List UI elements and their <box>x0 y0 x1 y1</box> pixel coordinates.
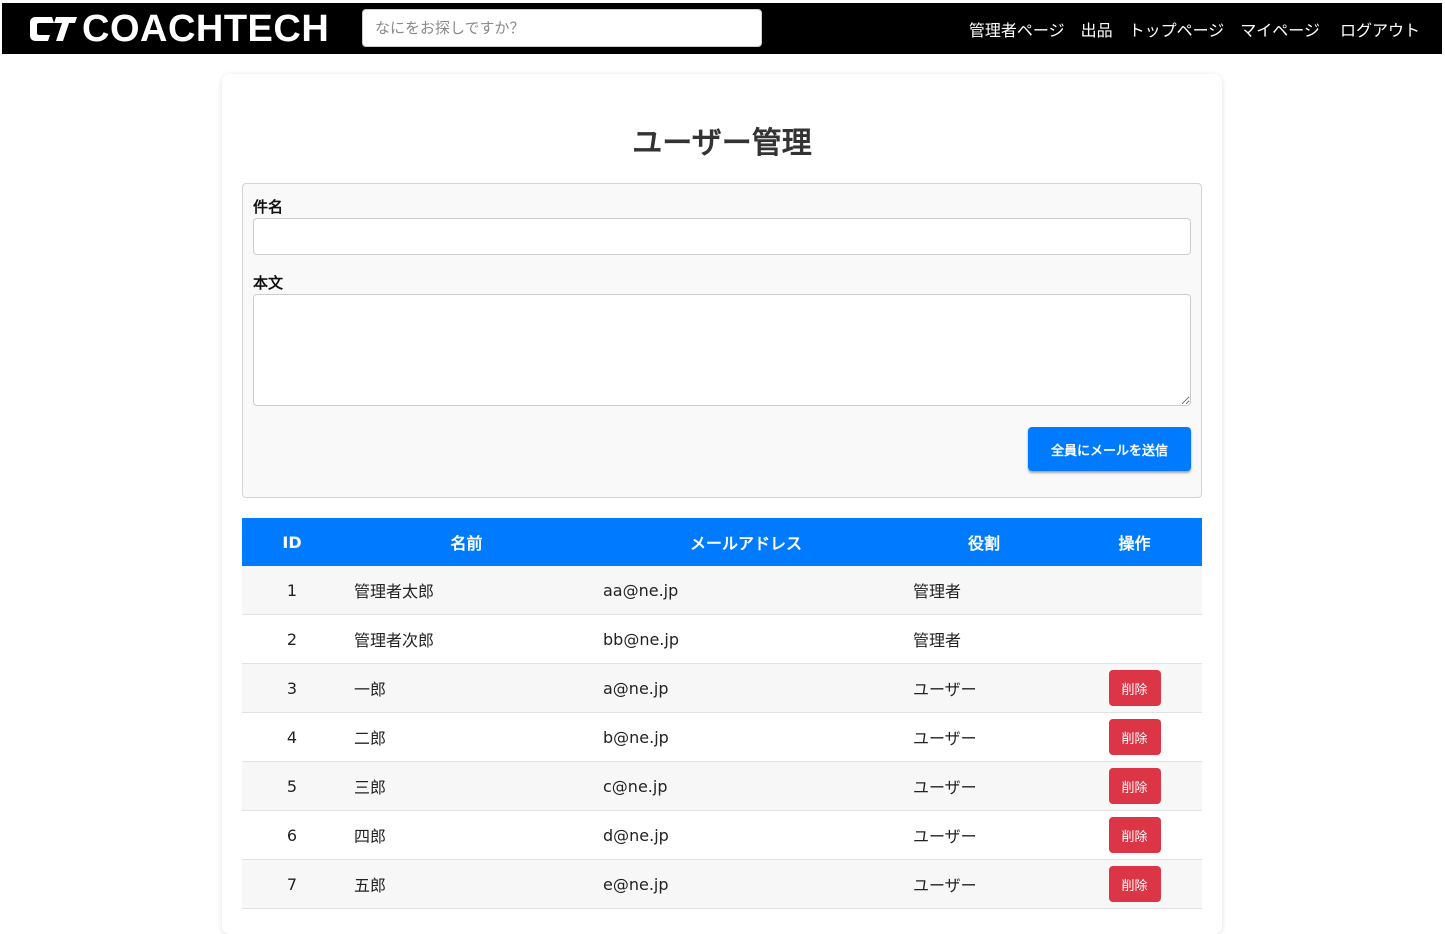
delete-user-button[interactable]: 削除 <box>1108 670 1161 706</box>
send-mail-to-all-button[interactable]: 全員にメールを送信 <box>1028 427 1191 471</box>
user-operations-cell: 削除 <box>1067 810 1202 860</box>
user-name-cell: 三郎 <box>342 761 591 811</box>
table-row: 1 管理者太郎 aa@ne.jp 管理者 <box>242 566 1202 615</box>
user-operations-cell: 削除 <box>1067 663 1202 713</box>
search-input[interactable] <box>362 9 762 47</box>
user-name-cell: 四郎 <box>342 810 591 860</box>
table-row: 2 管理者次郎 bb@ne.jp 管理者 <box>242 614 1202 664</box>
user-email-cell: aa@ne.jp <box>591 566 901 615</box>
user-email-cell: e@ne.jp <box>591 859 901 909</box>
column-header-name: 名前 <box>450 534 483 553</box>
user-name-cell: 管理者太郎 <box>342 566 591 615</box>
user-role-cell: 管理者 <box>901 566 1067 615</box>
delete-user-button[interactable]: 削除 <box>1108 719 1161 755</box>
user-name-cell: 管理者次郎 <box>342 614 591 664</box>
subject-input[interactable] <box>253 218 1191 255</box>
delete-user-button[interactable]: 削除 <box>1108 817 1161 853</box>
user-name-cell: 二郎 <box>342 712 591 762</box>
user-id-cell: 3 <box>242 663 342 713</box>
page-title: ユーザー管理 <box>632 126 812 161</box>
column-header-email: メールアドレス <box>689 534 802 553</box>
user-id-cell: 1 <box>242 566 342 615</box>
header-nav: 管理者ページ 出品 トップページ マイページ ログアウト <box>953 3 1420 54</box>
user-email-cell: b@ne.jp <box>591 712 901 762</box>
nav-mypage-link[interactable]: マイページ <box>1240 17 1320 41</box>
body-label: 本文 <box>253 274 284 292</box>
nav-sell-link[interactable]: 出品 <box>1081 17 1113 41</box>
user-name-cell: 五郎 <box>342 859 591 909</box>
user-role-cell: 管理者 <box>901 614 1067 664</box>
user-email-cell: c@ne.jp <box>591 761 901 811</box>
user-email-cell: bb@ne.jp <box>591 614 901 664</box>
user-operations-cell <box>1067 566 1202 615</box>
delete-user-button[interactable]: 削除 <box>1108 866 1161 902</box>
user-management-card: ユーザー管理 件名 本文 全員にメールを送信 ID 名前 メールアドレス 役割 … <box>222 74 1222 934</box>
user-operations-cell: 削除 <box>1067 712 1202 762</box>
table-header: ID 名前 メールアドレス 役割 操作 <box>242 518 1202 566</box>
user-operations-cell: 削除 <box>1067 761 1202 811</box>
user-role-cell: ユーザー <box>901 859 1067 909</box>
user-operations-cell <box>1067 614 1202 664</box>
table-row: 7 五郎 e@ne.jp ユーザー 削除 <box>242 859 1202 909</box>
user-role-cell: ユーザー <box>901 712 1067 762</box>
delete-user-button[interactable]: 削除 <box>1108 768 1161 804</box>
table-row: 3 一郎 a@ne.jp ユーザー 削除 <box>242 663 1202 713</box>
table-row: 6 四郎 d@ne.jp ユーザー 削除 <box>242 810 1202 860</box>
user-name-cell: 一郎 <box>342 663 591 713</box>
user-role-cell: ユーザー <box>901 761 1067 811</box>
user-email-cell: a@ne.jp <box>591 663 901 713</box>
nav-admin-page-link[interactable]: 管理者ページ <box>969 17 1065 41</box>
column-header-id: ID <box>282 532 302 552</box>
user-id-cell: 4 <box>242 712 342 762</box>
site-header: COACHTECH 管理者ページ 出品 トップページ マイページ ログアウト <box>2 3 1442 54</box>
ct-logo-mark-icon <box>30 17 77 41</box>
column-header-role: 役割 <box>967 534 1000 553</box>
nav-logout-link[interactable]: ログアウト <box>1340 17 1420 41</box>
user-role-cell: ユーザー <box>901 810 1067 860</box>
coachtech-logo[interactable]: COACHTECH <box>28 9 329 49</box>
user-id-cell: 2 <box>242 614 342 664</box>
column-header-operations: 操作 <box>1118 534 1151 553</box>
bulk-mail-form: 件名 本文 全員にメールを送信 <box>242 183 1202 498</box>
user-id-cell: 5 <box>242 761 342 811</box>
nav-top-page-link[interactable]: トップページ <box>1129 17 1225 41</box>
user-id-cell: 7 <box>242 859 342 909</box>
user-email-cell: d@ne.jp <box>591 810 901 860</box>
user-id-cell: 6 <box>242 810 342 860</box>
table-row: 5 三郎 c@ne.jp ユーザー 削除 <box>242 761 1202 811</box>
body-textarea[interactable] <box>253 294 1191 406</box>
user-table: ID 名前 メールアドレス 役割 操作 1 管理者太郎 aa@ne.jp 管理者 2 管理… <box>242 518 1202 909</box>
table-row: 4 二郎 b@ne.jp ユーザー 削除 <box>242 712 1202 762</box>
table-body: 1 管理者太郎 aa@ne.jp 管理者 2 管理者次郎 bb@ne.jp 管理者 3 一郎 a@n… <box>242 566 1202 909</box>
logo-text: COACHTECH <box>82 8 330 50</box>
user-role-cell: ユーザー <box>901 663 1067 713</box>
subject-label: 件名 <box>253 198 284 216</box>
user-operations-cell: 削除 <box>1067 859 1202 909</box>
